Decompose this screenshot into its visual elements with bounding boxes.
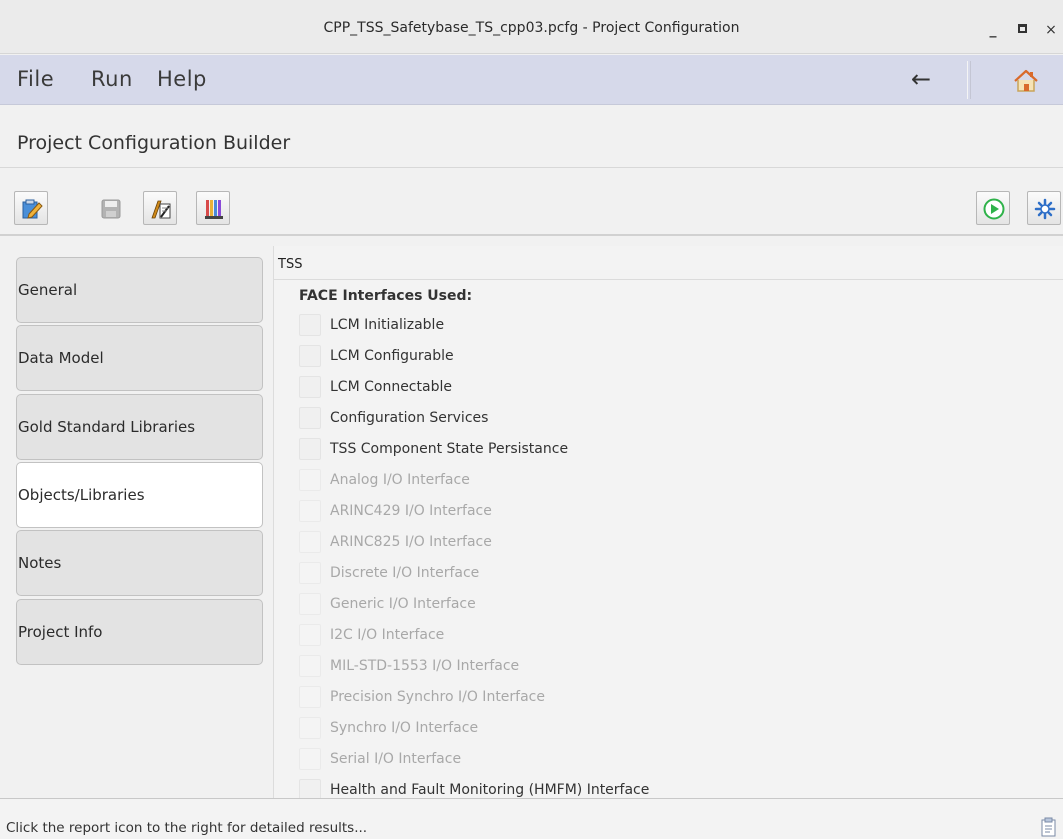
toolbar [0,169,1063,236]
interface-checkbox [299,500,321,522]
interface-label: ARINC429 I/O Interface [330,503,492,519]
tab-general[interactable]: General [16,257,263,323]
interface-checkbox [299,531,321,553]
interface-checkbox [299,655,321,677]
window-title: CPP_TSS_Safetybase_TS_cpp03.pcfg - Proje… [323,20,740,36]
interface-label: Health and Fault Monitoring (HMFM) Inter… [330,782,650,798]
interface-checkbox[interactable] [299,407,321,429]
interface-checkbox[interactable] [299,376,321,398]
report-button[interactable] [1040,817,1058,837]
minimize-button[interactable]: _ [982,19,1004,41]
interface-checkbox [299,593,321,615]
run-icon [983,198,1005,220]
face-interfaces-label: FACE Interfaces Used: [299,288,473,304]
interface-label: Precision Synchro I/O Interface [330,689,545,705]
menu-file[interactable]: File [17,67,54,91]
interface-label: Serial I/O Interface [330,751,462,767]
interface-row: ARINC429 I/O Interface [299,498,999,526]
interface-checkbox [299,624,321,646]
interface-row: LCM Connectable [299,374,999,402]
interface-row: Configuration Services [299,405,999,433]
tab-project-info[interactable]: Project Info [16,599,263,665]
tab-notes[interactable]: Notes [16,530,263,596]
status-text: Click the report icon to the right for d… [6,820,368,836]
tab-objects-libraries[interactable]: Objects/Libraries [16,462,263,528]
page-header: Project Configuration Builder [0,106,1063,168]
interface-label: TSS Component State Persistance [330,441,569,457]
interface-row: Serial I/O Interface [299,746,999,774]
interface-row: Generic I/O Interface [299,591,999,619]
interface-row: I2C I/O Interface [299,622,999,650]
back-button[interactable]: ← [906,65,936,95]
report-write-button[interactable] [143,191,177,225]
edit-button[interactable] [14,191,48,225]
menu-help[interactable]: Help [157,67,207,91]
menu-run[interactable]: Run [91,67,133,91]
page-title: Project Configuration Builder [17,132,291,154]
maximize-icon [1017,24,1027,33]
settings-icon [1034,198,1056,220]
tab-data-model[interactable]: Data Model [16,325,263,391]
content-panel: TSS FACE Interfaces Used: LCM Initializa… [273,246,1063,798]
interface-checkbox [299,562,321,584]
home-button[interactable] [1011,66,1041,96]
interface-row: ARINC825 I/O Interface [299,529,999,557]
interface-checkbox[interactable] [299,314,321,336]
menu-bar: File Run Help ← [0,55,1063,105]
interface-label: Synchro I/O Interface [330,720,479,736]
save-icon [101,199,121,219]
interface-label: LCM Initializable [330,317,445,333]
run-button[interactable] [976,191,1010,225]
interface-label: Generic I/O Interface [330,596,476,612]
interface-label: LCM Configurable [330,348,454,364]
settings-button[interactable] [1027,191,1061,225]
interface-row: LCM Initializable [299,312,999,340]
interface-label: Configuration Services [330,410,489,426]
interface-row: Health and Fault Monitoring (HMFM) Inter… [299,777,999,798]
interface-label: LCM Connectable [330,379,452,395]
interface-row: TSS Component State Persistance [299,436,999,464]
interface-row: Analog I/O Interface [299,467,999,495]
report-write-icon [151,200,171,219]
report-icon [1041,817,1056,837]
library-icon [205,200,223,219]
interface-row: Precision Synchro I/O Interface [299,684,999,712]
interface-label: ARINC825 I/O Interface [330,534,492,550]
edit-icon [22,199,43,219]
close-button[interactable]: × [1040,19,1062,41]
section-title: TSS [274,246,1063,280]
menu-separator [967,61,971,99]
interface-checkbox [299,469,321,491]
home-icon [1014,69,1038,92]
tab-gold-standard-libraries[interactable]: Gold Standard Libraries [16,394,263,460]
interface-checkbox [299,748,321,770]
interface-row: Synchro I/O Interface [299,715,999,743]
interface-checkbox [299,717,321,739]
library-button[interactable] [196,191,230,225]
interface-checkbox [299,686,321,708]
interface-label: I2C I/O Interface [330,627,445,643]
interface-label: Discrete I/O Interface [330,565,480,581]
sidebar: General Data Model Gold Standard Librari… [0,238,270,798]
interface-row: LCM Configurable [299,343,999,371]
interface-label: Analog I/O Interface [330,472,470,488]
status-bar: Click the report icon to the right for d… [0,798,1063,839]
interface-row: MIL-STD-1553 I/O Interface [299,653,999,681]
interface-row: Discrete I/O Interface [299,560,999,588]
interface-checkbox[interactable] [299,779,321,798]
maximize-button[interactable] [1011,19,1033,41]
interface-checkbox[interactable] [299,345,321,367]
title-bar: CPP_TSS_Safetybase_TS_cpp03.pcfg - Proje… [0,0,1063,54]
interface-label: MIL-STD-1553 I/O Interface [330,658,520,674]
interface-checkbox[interactable] [299,438,321,460]
save-button[interactable] [93,191,127,225]
